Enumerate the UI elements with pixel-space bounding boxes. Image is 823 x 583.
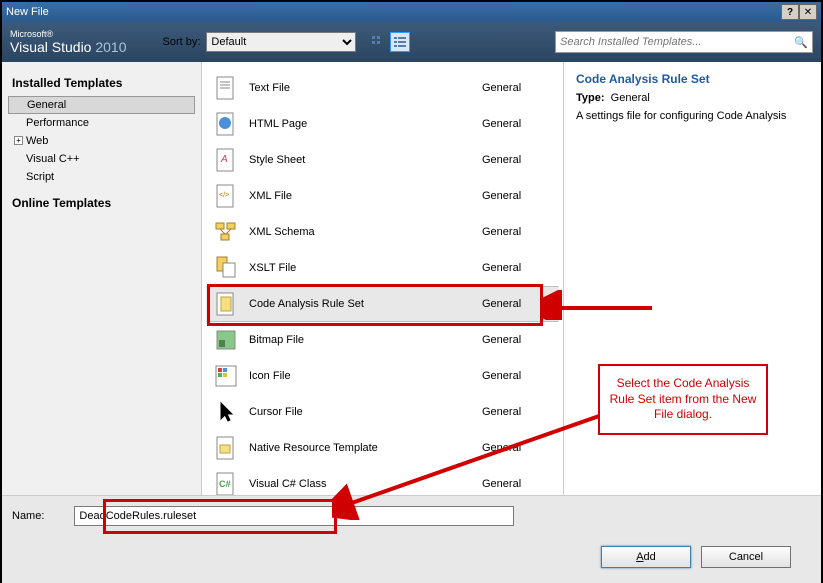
template-item[interactable]: C# Visual C# Class General: [206, 466, 559, 495]
sidebar-group-online: Online Templates: [2, 190, 201, 216]
template-item[interactable]: Native Resource Template General: [206, 430, 559, 466]
svg-text:C#: C#: [219, 479, 231, 489]
expander-icon[interactable]: +: [14, 136, 23, 145]
template-list[interactable]: Text File General HTML Page General A St…: [202, 62, 563, 495]
ruleset-icon: [213, 291, 239, 317]
cancel-button[interactable]: Cancel: [701, 546, 791, 568]
view-details[interactable]: [390, 32, 410, 52]
content-area: Installed Templates General Performance …: [2, 62, 821, 495]
template-item[interactable]: Text File General: [206, 70, 559, 106]
template-item[interactable]: Cursor File General: [206, 394, 559, 430]
csharpclass-icon: C#: [213, 471, 239, 495]
dialog-header: Microsoft® Visual Studio 2010 Sort by: D…: [2, 22, 821, 62]
name-field-input[interactable]: [74, 506, 514, 526]
sort-by-select[interactable]: Default: [206, 32, 356, 52]
sort-by-group: Sort by: Default: [163, 32, 411, 52]
svg-text:A: A: [220, 154, 228, 165]
search-icon: 🔍: [794, 36, 808, 49]
sidebar-item-performance[interactable]: Performance: [2, 114, 201, 132]
add-button[interactable]: AAdddd: [601, 546, 691, 568]
sidebar-item-web[interactable]: +Web: [2, 132, 201, 150]
template-item[interactable]: XSLT File General: [206, 250, 559, 286]
sidebar: Installed Templates General Performance …: [2, 62, 202, 495]
dialog-footer: Name: AAdddd Cancel: [2, 495, 821, 583]
sidebar-item-general[interactable]: General: [8, 96, 195, 114]
titlebar: New File ? ✕: [2, 2, 821, 22]
cursorfile-icon: [213, 399, 239, 425]
template-item[interactable]: HTML Page General: [206, 106, 559, 142]
sort-by-label: Sort by:: [163, 36, 201, 48]
bitmapfile-icon: [213, 327, 239, 353]
template-item-selected[interactable]: Code Analysis Rule Set General: [206, 286, 559, 322]
iconfile-icon: [213, 363, 239, 389]
sidebar-item-script[interactable]: Script: [2, 168, 201, 186]
sidebar-item-vcpp[interactable]: Visual C++: [2, 150, 201, 168]
name-field-label: Name:: [12, 510, 44, 522]
template-item[interactable]: Bitmap File General: [206, 322, 559, 358]
search-box[interactable]: 🔍: [555, 31, 813, 53]
xmlschema-icon: [213, 219, 239, 245]
xmlfile-icon: </>: [213, 183, 239, 209]
sidebar-group-installed: Installed Templates: [2, 70, 201, 96]
vs-logo: Microsoft® Visual Studio 2010: [10, 30, 127, 55]
template-item[interactable]: A Style Sheet General: [206, 142, 559, 178]
nativeresource-icon: [213, 435, 239, 461]
help-button[interactable]: ?: [781, 4, 799, 20]
window-title: New File: [6, 6, 781, 18]
htmlpage-icon: [213, 111, 239, 137]
xsltfile-icon: [213, 255, 239, 281]
detail-pane: Code Analysis Rule Set Type: General A s…: [563, 62, 821, 495]
template-item[interactable]: XML Schema General: [206, 214, 559, 250]
search-input[interactable]: [560, 36, 794, 48]
detail-title: Code Analysis Rule Set: [576, 72, 809, 86]
detail-description: A settings file for configuring Code Ana…: [576, 110, 809, 122]
template-item[interactable]: Icon File General: [206, 358, 559, 394]
svg-text:</>: </>: [219, 192, 229, 199]
stylesheet-icon: A: [213, 147, 239, 173]
textfile-icon: [213, 75, 239, 101]
view-small-icons[interactable]: [368, 32, 388, 52]
template-item[interactable]: </> XML File General: [206, 178, 559, 214]
detail-type: Type: General: [576, 92, 809, 104]
close-button[interactable]: ✕: [799, 4, 817, 20]
